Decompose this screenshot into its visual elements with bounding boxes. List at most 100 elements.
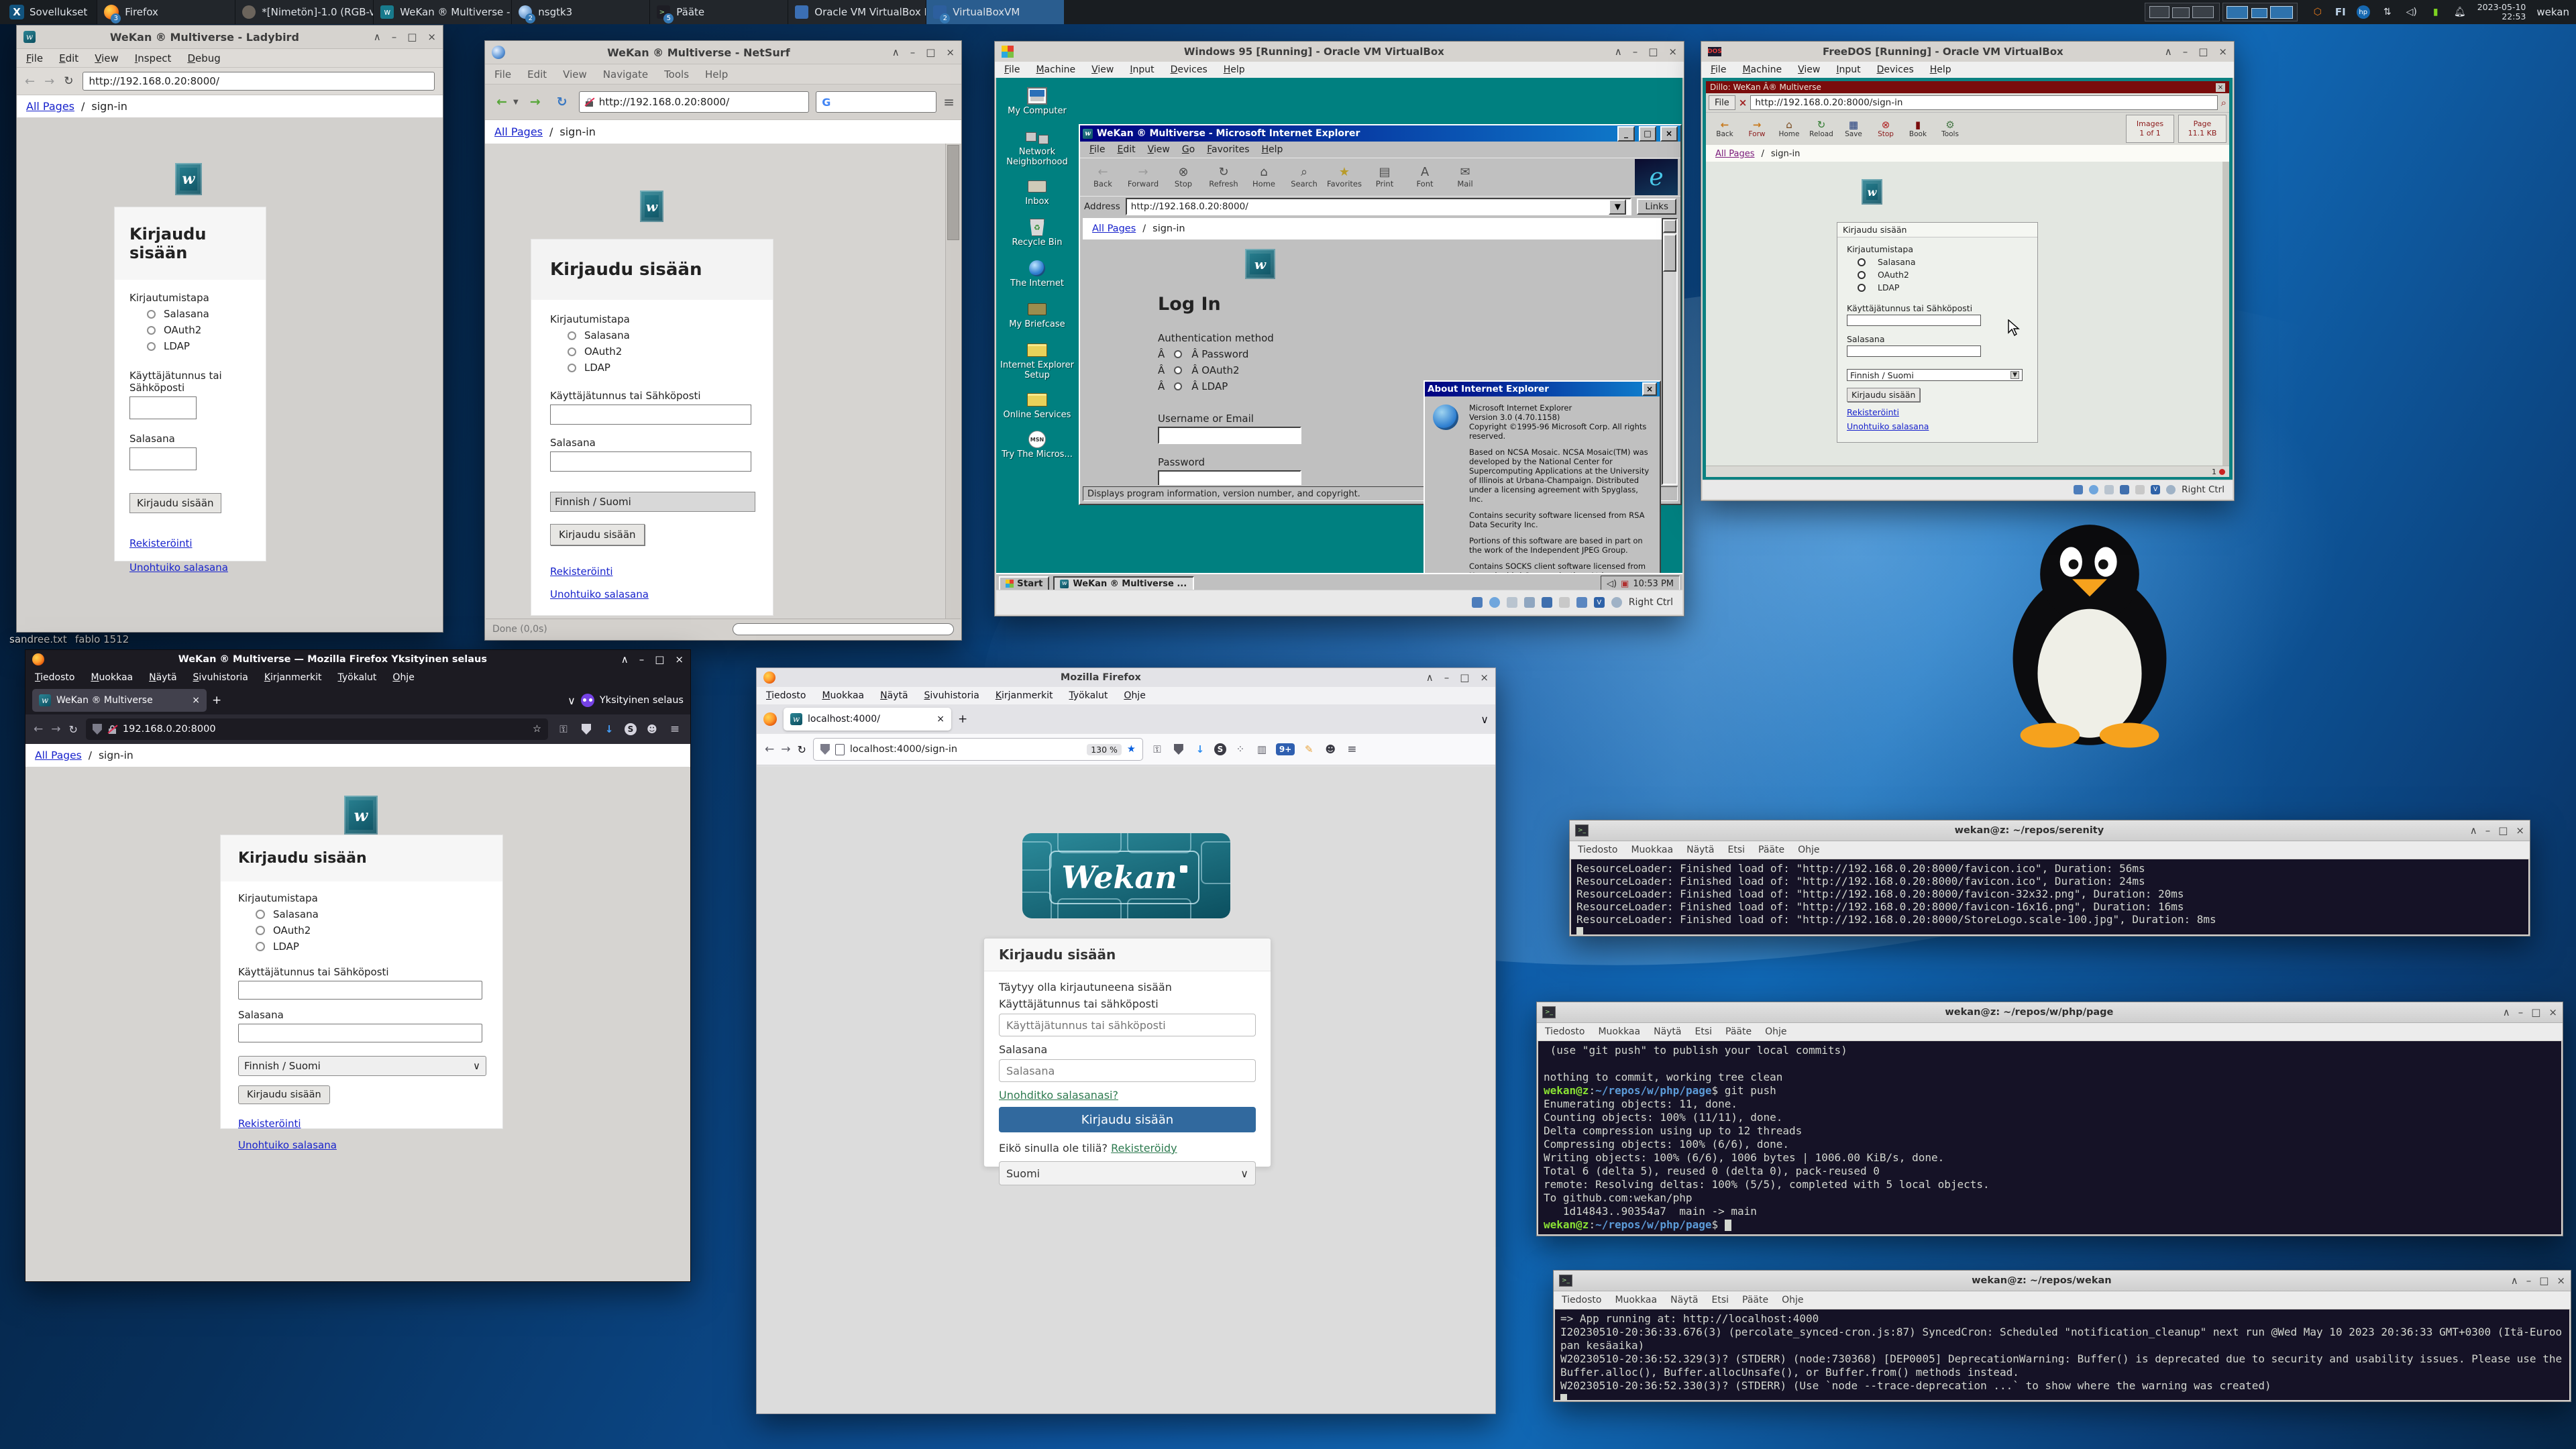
signin-button[interactable]: Kirjaudu sisään [129,493,221,513]
new-tab-icon[interactable]: + [958,712,967,726]
floppy-status-icon[interactable] [2104,485,2114,494]
menu-navigate[interactable]: Navigate [603,68,648,80]
ublock-badge[interactable]: 9+ [1276,743,1295,755]
dillo-forward-button[interactable]: →Forw [1741,119,1773,138]
menu-muokkaa[interactable]: Muokkaa [822,690,864,701]
firefox-app-icon[interactable] [763,712,777,726]
radio-oauth2[interactable] [568,347,576,356]
url-bar[interactable]: http://192.168.0.20:8000/ [83,72,435,91]
menu-tiedosto[interactable]: Tiedosto [1578,845,1617,855]
menu-view[interactable]: View [563,68,587,80]
close-icon[interactable]: × [1660,126,1678,142]
clock[interactable]: 2023-05-10 22:53 [2477,3,2526,21]
maximize-icon[interactable]: □ [926,48,935,58]
menu-muokkaa[interactable]: Muokkaa [1615,1295,1657,1305]
display-status-icon[interactable] [1576,597,1587,608]
battery-tray-icon[interactable]: ▮ [2429,5,2443,19]
password-input[interactable] [238,1024,482,1042]
sidebar-icon[interactable]: ▥ [1254,743,1269,755]
radio-ldap[interactable] [568,364,576,372]
menu-etsi[interactable]: Etsi [1728,845,1746,855]
radio-ldap[interactable] [256,942,265,951]
dillo-tools-button[interactable]: ⚙Tools [1934,119,1966,138]
minimize-icon[interactable]: – [1444,673,1450,683]
password-input[interactable] [129,447,197,470]
tab-wekan[interactable]: w WeKan ® Multiverse × [32,689,207,712]
radio-ldap[interactable] [147,342,156,351]
extensions-icon[interactable]: ⁘ [1233,743,1248,755]
maximize-icon[interactable]: □ [2198,47,2208,57]
close-icon[interactable]: × [1668,47,1677,57]
forward-icon[interactable]: → [781,743,790,756]
menu-muokkaa[interactable]: Muokkaa [1631,845,1673,855]
ie-menu-go[interactable]: Go [1182,144,1195,155]
icon-inbox[interactable]: Inbox [1000,176,1074,207]
icon-online-services[interactable]: Online Services [1000,390,1074,420]
language-select[interactable]: Finnish / Suomi ▼ [1847,369,2023,381]
password-icon[interactable]: ⚿ [556,723,571,735]
tracking-protection-icon[interactable] [93,724,102,735]
vbox-menu-view[interactable]: View [1091,64,1114,75]
forward-icon[interactable]: → [525,92,545,112]
recording-status-icon[interactable]: V [2151,485,2160,494]
vbox-menu-input[interactable]: Input [1836,64,1860,75]
scrollbar-thumb[interactable] [947,145,959,240]
taskbar-item-virtualboxvm[interactable]: VirtualBoxVM 2 [926,0,1064,24]
username-input[interactable] [238,981,482,1000]
mouse-status-icon[interactable] [2166,485,2176,494]
ie-menu-edit[interactable]: Edit [1117,144,1135,155]
ie-menu-file[interactable]: File [1089,144,1105,155]
applications-menu[interactable]: X Sovellukset [0,0,97,24]
menu-ohje[interactable]: Ohje [1765,1026,1786,1037]
terminal-output[interactable]: (use "git push" to publish your local co… [1538,1041,2561,1234]
menu-nayta[interactable]: Näytä [1654,1026,1681,1037]
password-icon[interactable]: ⚿ [1150,743,1165,755]
radio-salasana[interactable] [256,910,265,919]
menu-ohje[interactable]: Ohje [392,672,414,683]
menu-edit[interactable]: Edit [59,52,78,64]
menu-ohje[interactable]: Ohje [1124,690,1145,701]
ie-menu-favorites[interactable]: Favorites [1207,144,1249,155]
menu-view[interactable]: View [95,52,119,64]
dillo-save-button[interactable]: ▦Save [1837,119,1870,138]
links-button[interactable]: Links [1637,199,1676,215]
menu-help[interactable]: Help [705,68,728,80]
vbox-menu-devices[interactable]: Devices [1877,64,1914,75]
icon-recycle-bin[interactable]: ♻ Recycle Bin [1000,217,1074,248]
desktop-file-label[interactable]: sandree.txt [9,633,67,645]
menu-paate[interactable]: Pääte [1742,1295,1768,1305]
breadcrumb-all-pages-link[interactable]: All Pages [26,100,74,113]
floppy-status-icon[interactable] [1507,597,1517,608]
shade-icon[interactable]: ∧ [892,48,900,58]
shade-icon[interactable]: ∧ [2503,1008,2510,1018]
scroll-up-arrow[interactable] [1663,219,1676,233]
vbox-menu-file[interactable]: File [1711,64,1726,75]
titlebar[interactable]: WeKan ® Multiverse — Mozilla Firefox Yks… [25,650,690,669]
ie-back-button[interactable]: ←Back [1083,166,1123,189]
signin-button[interactable]: Kirjaudu sisään [1847,388,1920,402]
taskbar-item-virtualbox-manager[interactable]: Oracle VM VirtualBox M... [788,0,926,24]
menu-paate[interactable]: Pääte [1725,1026,1752,1037]
close-icon[interactable]: × [2516,826,2524,836]
dillo-scrollbar[interactable] [2222,162,2229,466]
password-input[interactable] [999,1059,1256,1082]
mouse-status-icon[interactable] [1611,597,1622,608]
forgot-password-link[interactable]: Unohtuiko salasana [129,561,228,574]
icon-msn[interactable]: MSN Try The Micros... [1000,429,1074,460]
ie-forward-button[interactable]: →Forward [1123,166,1163,189]
register-link[interactable]: Rekisteröinti [238,1118,301,1130]
close-icon[interactable]: × [1642,382,1657,396]
back-icon[interactable]: ← [492,92,512,112]
menu-nayta[interactable]: Näytä [1670,1295,1698,1305]
ie-font-button[interactable]: AFont [1405,166,1445,189]
taskbar-item-terminal[interactable]: >_ Pääte 5 [649,0,788,24]
titlebar[interactable]: Windows 95 [Running] - Oracle VM Virtual… [995,42,1684,62]
menu-tiedosto[interactable]: Tiedosto [766,690,806,701]
insecure-padlock-icon[interactable] [108,724,117,735]
ie-menu-view[interactable]: View [1148,144,1170,155]
terminal-output[interactable]: => App running at: http://localhost:4000… [1555,1309,2569,1400]
radio-ldap[interactable] [1858,284,1866,292]
menu-debug[interactable]: Debug [187,52,220,64]
tracking-protection-icon[interactable] [820,744,830,755]
minimize-icon[interactable]: – [2183,47,2188,57]
